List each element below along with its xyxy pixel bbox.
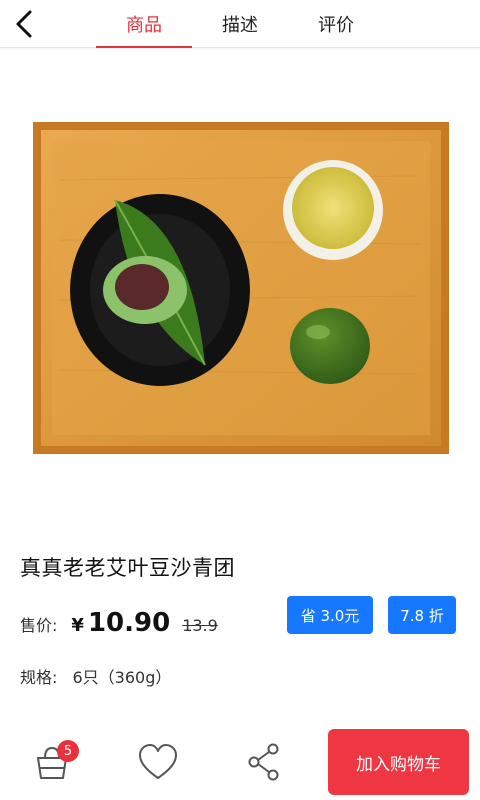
original-price: 13.9 — [182, 616, 218, 635]
top-navigation-bar: 商品 描述 评价 — [0, 0, 480, 48]
back-button[interactable] — [6, 6, 42, 42]
product-image — [0, 50, 480, 530]
spec-label: 规格: — [20, 668, 58, 687]
discount-badge: 7.8 折 — [388, 596, 456, 634]
bottom-action-bar: 5 加入购物车 — [0, 724, 480, 800]
heart-icon — [139, 744, 177, 779]
tab-bar: 商品 描述 评价 — [96, 0, 384, 48]
add-to-cart-button[interactable]: 加入购物车 — [328, 729, 469, 795]
tab-reviews[interactable]: 评价 — [288, 0, 384, 48]
spec-row: 规格: 6只（360g） — [20, 664, 171, 688]
product-title: 真真老老艾叶豆沙青团 — [20, 556, 235, 580]
back-arrow-icon — [16, 10, 32, 38]
favorite-button[interactable] — [134, 738, 182, 786]
share-icon — [248, 743, 279, 781]
price-label: 售价: — [20, 616, 58, 635]
price-row: 售价: ¥ 10.90 13.9 — [20, 608, 218, 638]
cart-count-badge: 5 — [57, 740, 79, 762]
spec-value: 6只（360g） — [72, 668, 172, 687]
tab-product[interactable]: 商品 — [96, 0, 192, 48]
current-price: 10.90 — [87, 608, 171, 638]
savings-badge: 省 3.0元 — [287, 596, 373, 634]
cart-button[interactable]: 5 — [28, 738, 79, 786]
tab-description[interactable]: 描述 — [192, 0, 288, 48]
currency-symbol: ¥ — [71, 615, 84, 636]
share-button[interactable] — [240, 738, 288, 786]
